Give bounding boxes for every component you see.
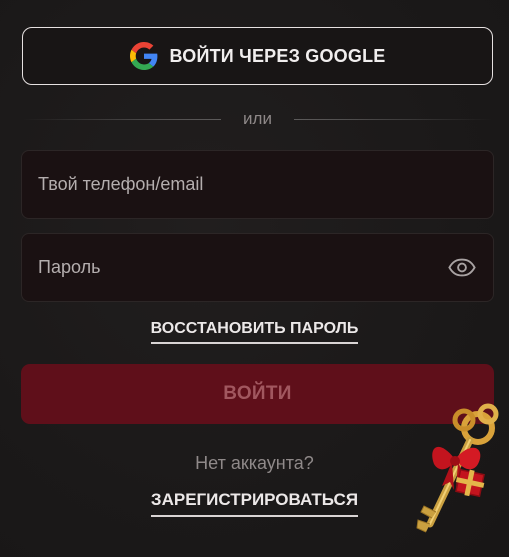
login-panel: ВОЙТИ ЧЕРЕЗ GOOGLE или ВОССТАНОВИТЬ ПАРО… bbox=[0, 0, 509, 557]
google-login-label: ВОЙТИ ЧЕРЕЗ GOOGLE bbox=[169, 45, 386, 66]
google-login-button[interactable]: ВОЙТИ ЧЕРЕЗ GOOGLE bbox=[22, 27, 493, 85]
divider-line-right bbox=[293, 118, 494, 120]
phone-email-input[interactable] bbox=[38, 174, 477, 195]
phone-email-field[interactable] bbox=[21, 150, 494, 219]
restore-password-row: ВОССТАНОВИТЬ ПАРОЛЬ bbox=[0, 320, 509, 344]
divider-text: или bbox=[243, 109, 272, 128]
or-divider: или bbox=[22, 108, 494, 130]
password-field[interactable] bbox=[21, 233, 494, 302]
restore-password-link[interactable]: ВОССТАНОВИТЬ ПАРОЛЬ bbox=[150, 320, 359, 344]
register-link[interactable]: ЗАРЕГИСТРИРОВАТЬСЯ bbox=[150, 490, 359, 517]
gift-key-icon bbox=[412, 402, 509, 542]
google-g-icon bbox=[129, 42, 158, 70]
login-button-label: ВОЙТИ bbox=[223, 383, 292, 404]
eye-icon[interactable] bbox=[447, 256, 477, 280]
divider-line-left bbox=[22, 118, 222, 120]
password-input[interactable] bbox=[38, 257, 447, 278]
